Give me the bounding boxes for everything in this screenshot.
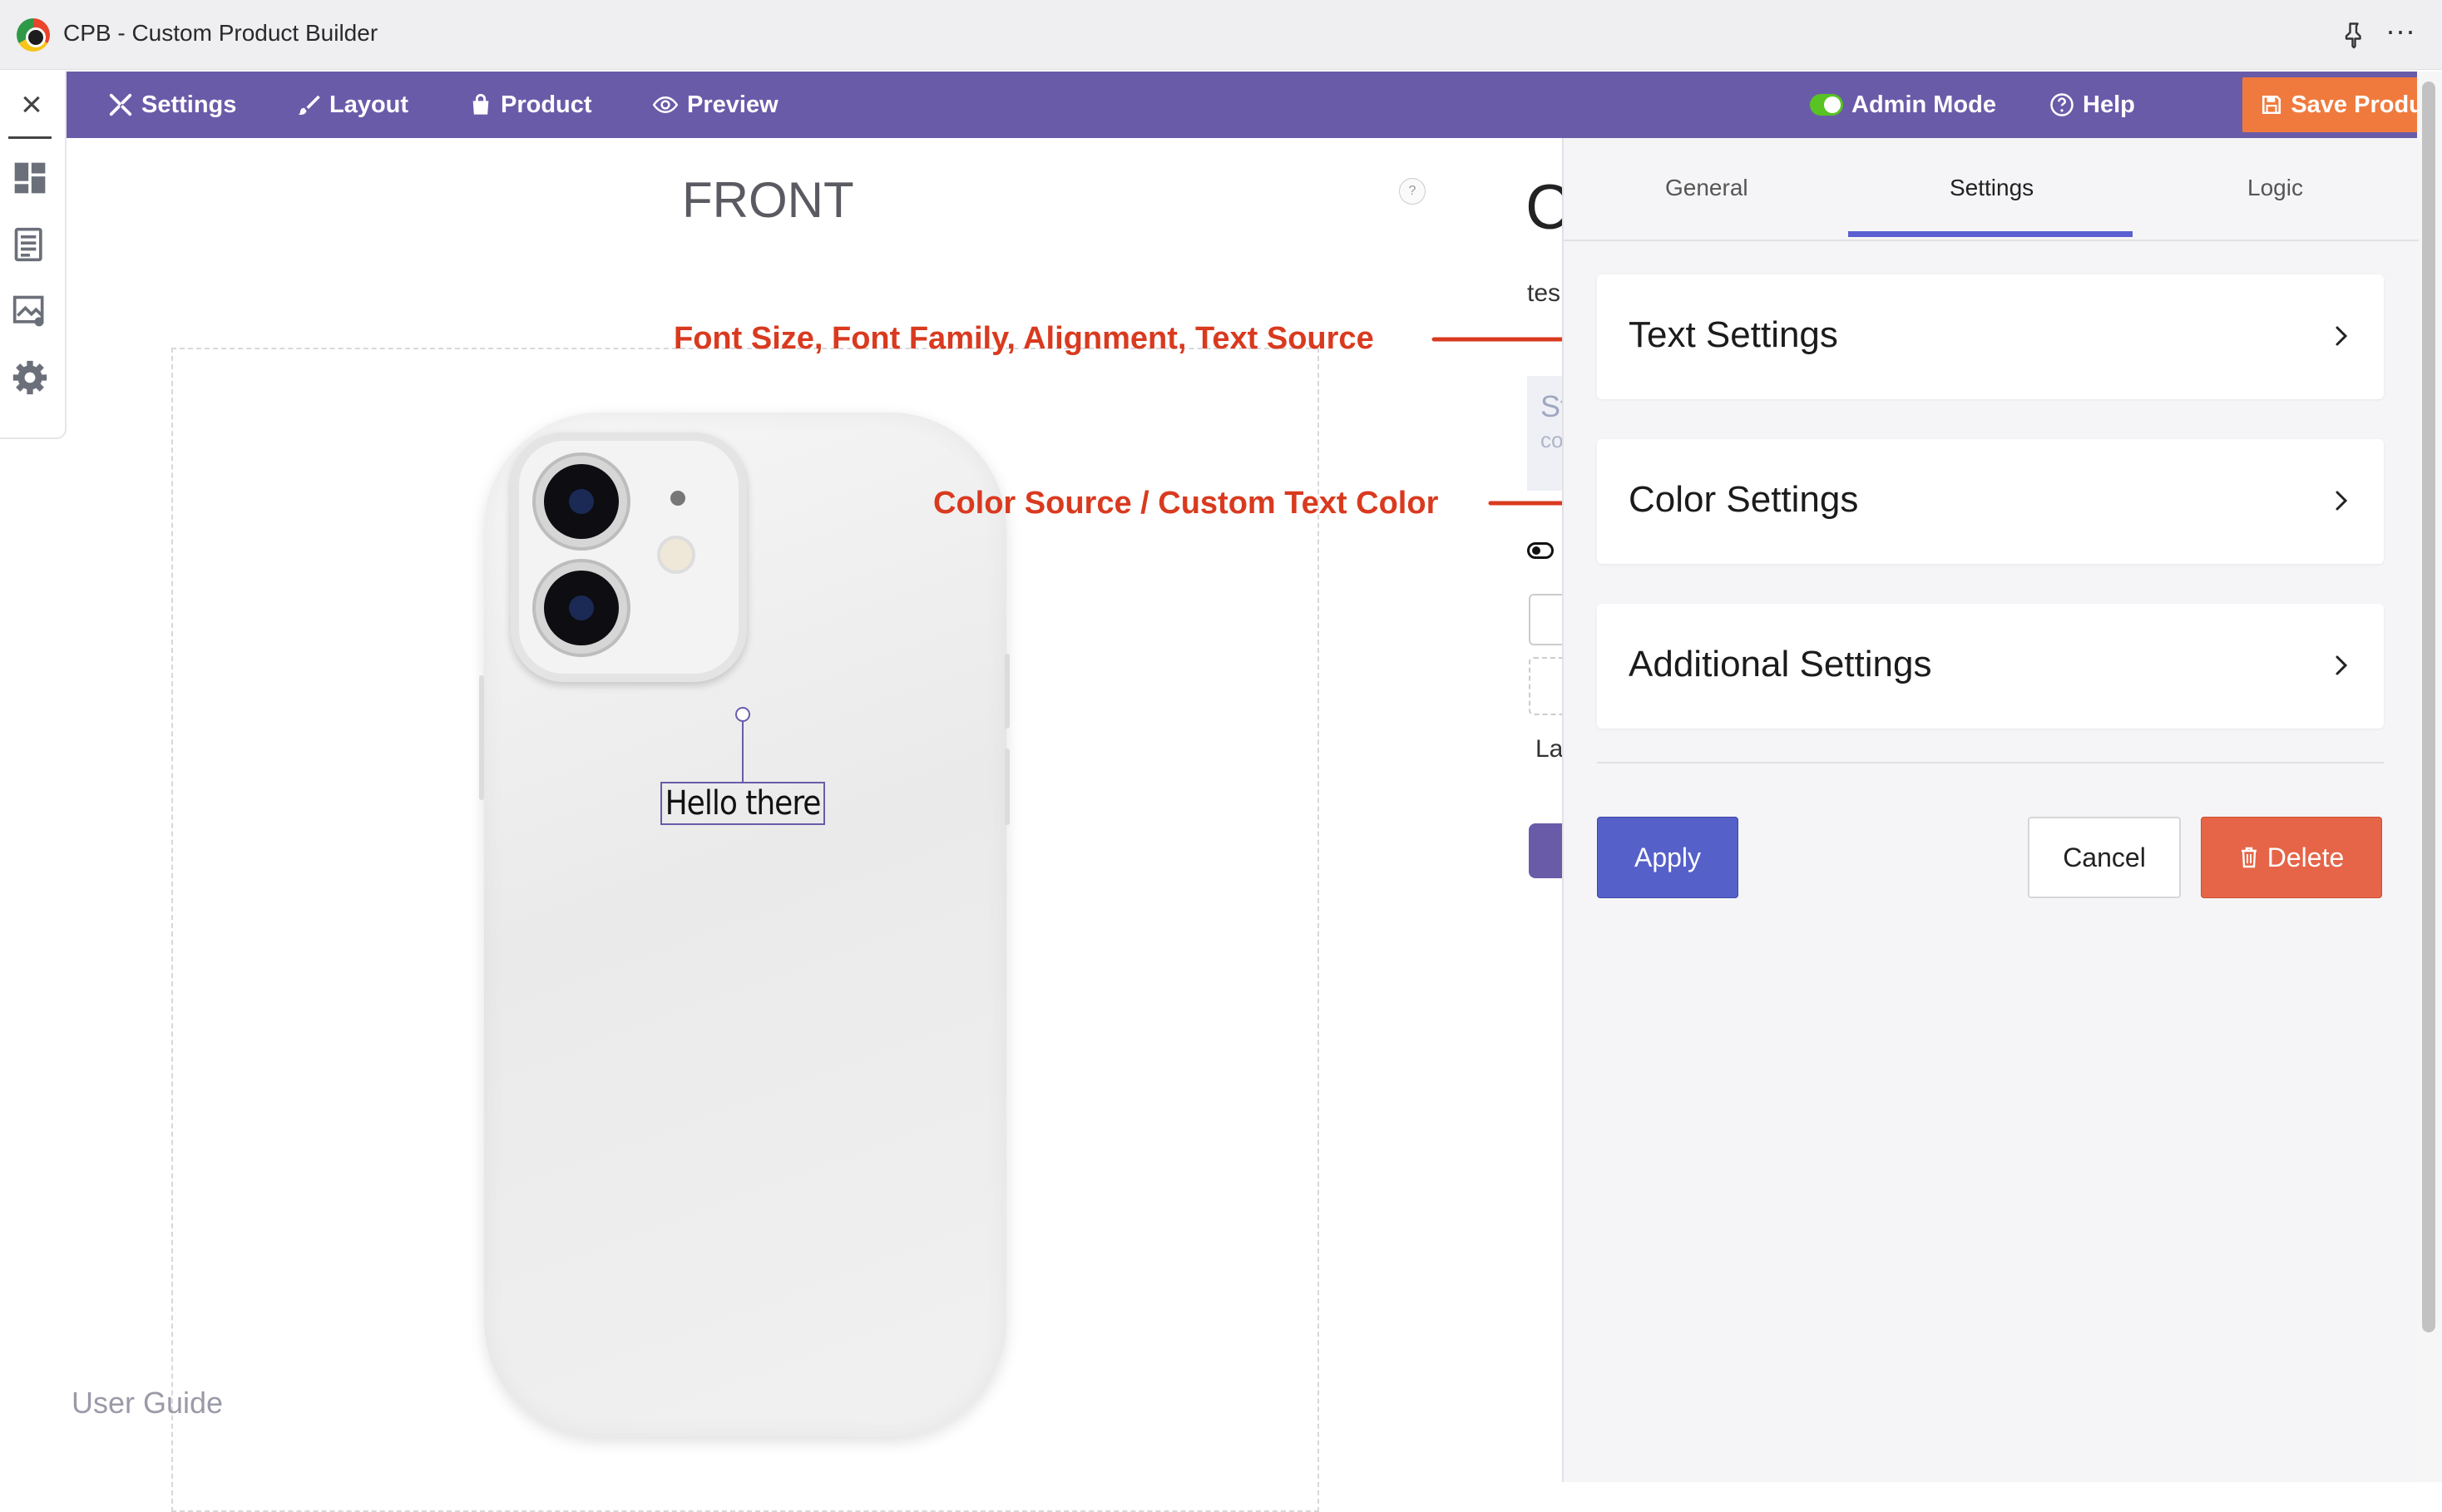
chevron-right-icon [2336, 491, 2348, 511]
bg-field-peek: St co [1527, 376, 1569, 491]
product-menu[interactable]: Product [469, 90, 592, 120]
help-circle-icon [2050, 93, 2074, 116]
floppy-disk-icon [2262, 95, 2281, 115]
preview-menu-label: Preview [687, 91, 779, 118]
brush-icon [298, 95, 320, 115]
close-underline [8, 136, 52, 139]
toggle-on-icon [1810, 94, 1843, 116]
admin-mode-toggle[interactable]: Admin Mode [1810, 90, 1996, 120]
eye-icon [652, 96, 679, 114]
panel-tabs: General Settings Logic [1564, 138, 2419, 241]
tab-logic[interactable]: Logic [2247, 175, 2303, 201]
more-horizontal-icon[interactable]: ··· [2384, 16, 2417, 52]
window-title-bar: CPB - Custom Product Builder ··· [0, 0, 2442, 70]
bg-input-peek [1529, 594, 1562, 645]
rotate-handle-line [742, 722, 744, 783]
left-sidebar: × [0, 72, 67, 439]
tab-settings[interactable]: Settings [1950, 175, 2034, 201]
dashboard-icon[interactable] [12, 160, 48, 196]
pin-icon[interactable] [2339, 18, 2369, 52]
scrollbar-thumb[interactable] [2422, 82, 2435, 1332]
layout-menu-label: Layout [329, 91, 409, 118]
camera-lens [536, 562, 627, 654]
delete-label: Delete [2267, 842, 2345, 872]
panel-divider [1597, 762, 2384, 763]
color-settings-title: Color Settings [1629, 479, 1859, 520]
apply-button[interactable]: Apply [1597, 817, 1738, 898]
additional-settings-title: Additional Settings [1629, 644, 1932, 684]
side-label: FRONT [682, 172, 854, 228]
phone-side-button [1005, 654, 1010, 729]
layout-menu[interactable]: Layout [296, 90, 408, 120]
delete-button[interactable]: Delete [2201, 817, 2382, 898]
active-tab-indicator [1848, 231, 2133, 237]
properties-panel: General Settings Logic Text Settings Col… [1562, 138, 2419, 1482]
text-settings-title: Text Settings [1629, 314, 1838, 355]
app-title: CPB - Custom Product Builder [63, 20, 378, 46]
gallery-icon[interactable] [12, 293, 48, 329]
save-product-button[interactable]: Save Product [2242, 77, 2442, 132]
bg-label-peek: La [1535, 735, 1564, 763]
text-layer[interactable]: Hello there [660, 782, 825, 825]
bg-dropzone-peek [1529, 657, 1562, 715]
text-settings-annotation: Font Size, Font Family, Alignment, Text … [674, 321, 1374, 356]
main-toolbar: Settings Layout Product Preview Admin Mo… [67, 72, 2442, 138]
user-guide-link[interactable]: User Guide [72, 1386, 223, 1421]
admin-mode-label: Admin Mode [1851, 91, 1996, 118]
bg-text-peek: tes [1527, 279, 1561, 307]
help-label: Help [2083, 91, 2135, 118]
chevron-right-icon [2336, 655, 2348, 675]
camera-mic [670, 491, 685, 506]
list-icon[interactable] [12, 226, 48, 263]
preview-menu[interactable]: Preview [652, 90, 779, 120]
color-settings-section[interactable]: Color Settings [1597, 439, 2384, 564]
phone-side-button [479, 675, 484, 800]
tab-general[interactable]: General [1665, 175, 1748, 201]
tools-icon [109, 93, 132, 116]
additional-settings-section[interactable]: Additional Settings [1597, 604, 2384, 729]
product-menu-label: Product [501, 91, 592, 118]
help-link[interactable]: Help [2049, 90, 2135, 120]
trash-icon [2241, 847, 2257, 868]
camera-flash [657, 536, 695, 574]
phone-side-button [1005, 749, 1010, 825]
cancel-button[interactable]: Cancel [2028, 817, 2181, 898]
bg-button-peek [1529, 823, 1562, 878]
bg-field-peek-subtext: co [1540, 427, 1564, 452]
bag-icon [472, 93, 489, 115]
bg-toggle-peek [1527, 542, 1554, 559]
cpb-logo-icon [17, 18, 50, 52]
settings-menu-label: Settings [141, 91, 237, 118]
color-settings-annotation: Color Source / Custom Text Color [933, 486, 1439, 521]
chevron-right-icon [2336, 326, 2348, 346]
help-badge[interactable]: ? [1399, 178, 1426, 205]
gear-icon[interactable] [12, 359, 48, 396]
camera-module [511, 432, 747, 682]
text-settings-section[interactable]: Text Settings [1597, 274, 2384, 399]
rotate-handle[interactable] [735, 707, 750, 722]
camera-lens [536, 456, 627, 547]
settings-menu[interactable]: Settings [108, 90, 236, 120]
close-icon[interactable]: × [12, 86, 52, 126]
